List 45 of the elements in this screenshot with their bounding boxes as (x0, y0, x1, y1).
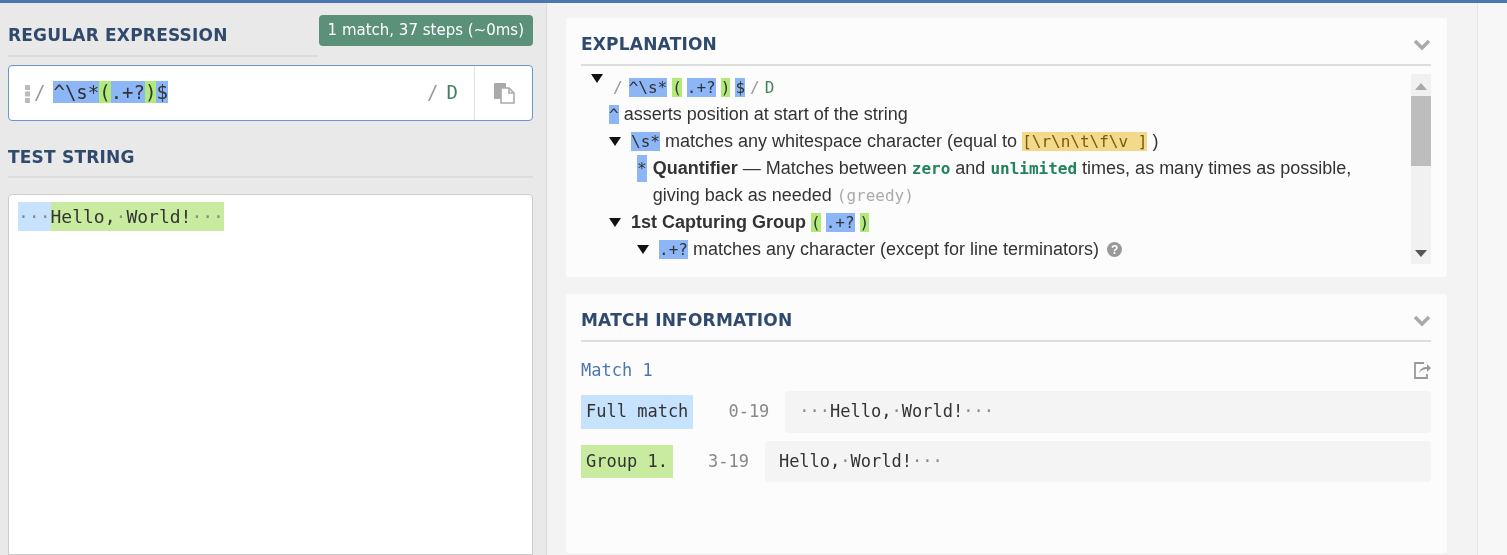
regex-delimiter: / (427, 81, 439, 104)
match-label: Full match (581, 395, 694, 429)
match-label: Group 1. (581, 444, 673, 478)
section-title: REGULAR EXPRESSION (8, 23, 318, 57)
scroll-up-icon[interactable] (1415, 81, 1427, 90)
explanation-text: Quantifier — Matches between zero and unlimited times, as many times as possible, giving back as needed (greedy) (652, 156, 1353, 207)
explanation-text: ) (1152, 130, 1159, 151)
section-title: EXPLANATION (581, 33, 718, 56)
expand-toggle-icon[interactable] (609, 218, 621, 228)
page-scrollbar[interactable] (1478, 3, 1507, 555)
scrollbar-thumb[interactable] (1411, 95, 1431, 166)
regex-flags[interactable]: D (446, 81, 458, 104)
regex-delimiter: / (34, 80, 46, 106)
section-title: TEST STRING (8, 144, 533, 178)
scroll-down-icon[interactable] (1415, 249, 1427, 258)
expand-toggle-icon[interactable] (637, 245, 649, 255)
explanation-text: ^\s* ( .+? ) $ / D (628, 76, 775, 99)
explanation-text: matches any whitespace character (equal to (664, 130, 1018, 151)
expand-toggle-icon[interactable] (609, 137, 621, 147)
match-value: Hello,·World!··· (764, 440, 1431, 482)
regex-token: / (613, 76, 623, 99)
regex-token: \s* (631, 131, 660, 151)
regex-text: ^\s*(.+?)$ (53, 80, 168, 106)
regex-token: ^ (609, 104, 619, 124)
regex-token: * (637, 154, 647, 182)
explanation-text: asserts position at start of the string (623, 103, 908, 124)
regex-input-field[interactable]: / ^\s*(.+?)$ / D (8, 64, 533, 121)
match-range: 0-19 (727, 400, 770, 423)
match-title: Match 1 (581, 358, 653, 382)
match-status-badge: 1 match, 37 steps (~0ms) (318, 15, 533, 46)
section-title: MATCH INFORMATION (581, 309, 793, 332)
test-string-field[interactable]: ···Hello,·World!··· (8, 194, 533, 555)
scrollbar[interactable] (1411, 73, 1431, 264)
test-string-text: ···Hello,·World!··· (18, 202, 224, 231)
regex-token: .+? (659, 239, 688, 259)
match-value: ···Hello,·World!··· (785, 391, 1431, 433)
regex-token: ) (859, 212, 870, 232)
regex-token: .+? (825, 212, 855, 232)
match-range: 3-19 (706, 449, 749, 473)
explanation-text: matches any character (except for line terminators) (692, 238, 1100, 259)
expand-toggle-icon[interactable] (591, 73, 603, 83)
character-class: [\r\n\t\f\v ] (1022, 131, 1148, 151)
copy-icon[interactable] (492, 80, 515, 105)
regex-token: ( (811, 212, 821, 232)
explanation-text: 1st Capturing Group (631, 211, 806, 232)
